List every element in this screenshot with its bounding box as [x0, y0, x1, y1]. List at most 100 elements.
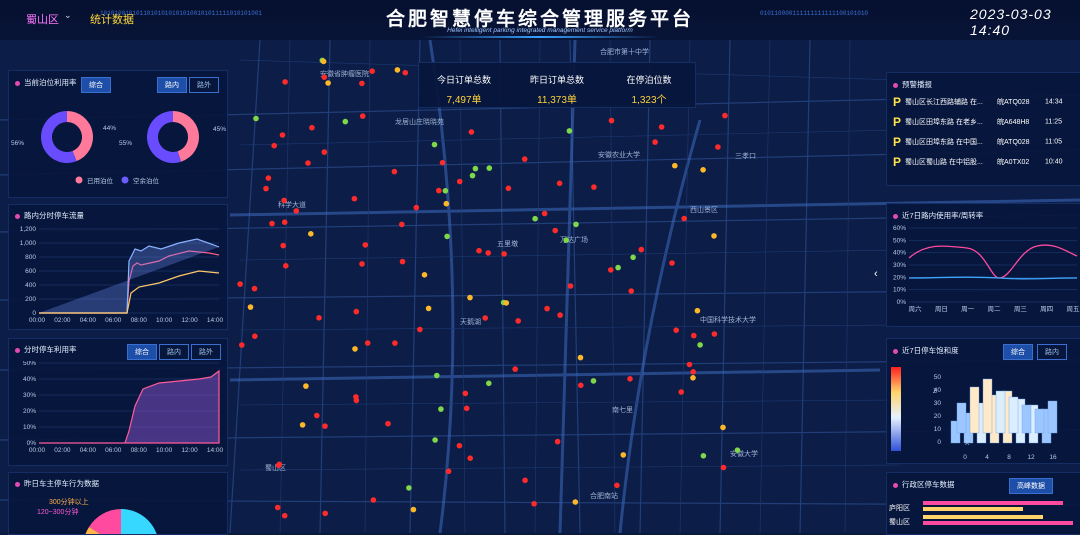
parking-dot[interactable]: [403, 70, 409, 76]
parking-dot[interactable]: [325, 80, 331, 86]
parking-dot[interactable]: [722, 113, 728, 119]
parking-dot[interactable]: [248, 304, 254, 310]
parking-dot[interactable]: [269, 221, 275, 227]
parking-dot[interactable]: [476, 248, 482, 254]
parking-dot[interactable]: [621, 452, 627, 458]
parking-dot[interactable]: [280, 243, 286, 249]
parking-dot[interactable]: [400, 259, 406, 265]
alert-row[interactable]: P蜀山区田埠东路 在老乡...皖A648H811:25: [893, 115, 1077, 129]
bar3d-tab-all[interactable]: 综合: [1003, 344, 1033, 360]
parking-dot[interactable]: [321, 59, 327, 65]
parking-dot[interactable]: [322, 149, 328, 155]
stats-tab[interactable]: 统计数据: [90, 11, 134, 27]
parking-dot[interactable]: [630, 254, 636, 260]
parking-dot[interactable]: [422, 272, 428, 278]
parking-dot[interactable]: [457, 443, 463, 449]
parking-dot[interactable]: [695, 308, 701, 314]
parking-dot[interactable]: [700, 167, 706, 173]
chevron-down-icon[interactable]: ⌄: [64, 10, 72, 21]
util-tab-road[interactable]: 路内: [157, 77, 187, 93]
parking-dot[interactable]: [515, 318, 521, 324]
parking-dot[interactable]: [263, 186, 269, 192]
parking-dot[interactable]: [672, 163, 678, 169]
parking-dot[interactable]: [504, 300, 510, 306]
parking-dot[interactable]: [392, 169, 398, 175]
util-tab-lot[interactable]: 路外: [189, 77, 219, 93]
region-tab-peak[interactable]: 高峰数据: [1009, 478, 1053, 494]
parking-dot[interactable]: [555, 439, 561, 445]
parking-dot[interactable]: [615, 265, 621, 271]
parking-dot[interactable]: [280, 132, 286, 138]
parking-dot[interactable]: [282, 79, 288, 85]
parking-dot[interactable]: [563, 237, 569, 243]
parking-dot[interactable]: [463, 391, 469, 397]
parking-dot[interactable]: [552, 228, 558, 234]
parking-dot[interactable]: [673, 327, 679, 333]
parking-dot[interactable]: [711, 233, 717, 239]
parking-dot[interactable]: [690, 369, 696, 375]
parking-dot[interactable]: [359, 261, 365, 267]
parking-dot[interactable]: [639, 247, 645, 253]
parking-dot[interactable]: [360, 113, 366, 119]
parking-dot[interactable]: [485, 250, 491, 256]
parking-dot[interactable]: [443, 188, 449, 194]
parking-dot[interactable]: [691, 333, 697, 339]
parking-dot[interactable]: [627, 376, 633, 382]
parking-dot[interactable]: [578, 383, 584, 389]
alert-row[interactable]: P蜀山区蜀山路 在中铝股...皖A0TX0210:40: [893, 155, 1077, 169]
parking-dot[interactable]: [659, 124, 665, 130]
parking-dot[interactable]: [283, 263, 289, 269]
district-selector[interactable]: 蜀山区: [26, 11, 59, 27]
parking-dot[interactable]: [652, 139, 658, 145]
parking-dot[interactable]: [434, 373, 440, 379]
parking-dot[interactable]: [608, 267, 614, 273]
parking-dot[interactable]: [314, 413, 320, 419]
parking-dot[interactable]: [343, 119, 349, 125]
parking-dot[interactable]: [294, 208, 300, 214]
parking-dot[interactable]: [522, 156, 528, 162]
parking-dot[interactable]: [467, 455, 473, 461]
parking-dot[interactable]: [712, 331, 718, 337]
parking-dot[interactable]: [352, 196, 358, 202]
parking-dot[interactable]: [681, 216, 687, 222]
parking-dot[interactable]: [399, 222, 405, 228]
parking-dot[interactable]: [417, 327, 423, 333]
parking-dot[interactable]: [252, 286, 258, 292]
parking-dot[interactable]: [253, 116, 259, 122]
parking-dot[interactable]: [411, 507, 417, 513]
parking-dot[interactable]: [690, 375, 696, 381]
parking-dot[interactable]: [464, 406, 470, 412]
parking-dot[interactable]: [482, 315, 488, 321]
parking-dot[interactable]: [542, 211, 548, 217]
parking-dot[interactable]: [353, 394, 359, 400]
parking-dot[interactable]: [568, 283, 574, 289]
parking-dot[interactable]: [721, 465, 727, 471]
parking-dot[interactable]: [359, 81, 365, 87]
alert-row[interactable]: P蜀山区田埠东路 在中国...皖ATQ02811:05: [893, 135, 1077, 149]
parking-dot[interactable]: [444, 201, 450, 207]
parking-dot[interactable]: [591, 184, 597, 190]
parking-dot[interactable]: [457, 179, 463, 185]
parking-dot[interactable]: [473, 166, 479, 172]
parking-dot[interactable]: [282, 219, 288, 225]
parking-dot[interactable]: [531, 501, 537, 507]
collapse-right-icon[interactable]: ‹: [874, 268, 878, 280]
parking-dot[interactable]: [573, 222, 579, 228]
parking-dot[interactable]: [578, 355, 584, 361]
parking-dot[interactable]: [444, 234, 450, 240]
parking-dot[interactable]: [305, 160, 311, 166]
parking-dot[interactable]: [322, 74, 328, 80]
parking-dot[interactable]: [697, 342, 703, 348]
parking-dot[interactable]: [506, 186, 512, 192]
parking-dot[interactable]: [432, 437, 438, 443]
parking-dot[interactable]: [252, 333, 258, 339]
parking-dot[interactable]: [322, 511, 328, 517]
parking-dot[interactable]: [363, 242, 369, 248]
parking-dot[interactable]: [470, 173, 476, 179]
parking-dot[interactable]: [446, 469, 452, 475]
util-tab-all[interactable]: 综合: [81, 77, 111, 93]
parking-dot[interactable]: [303, 383, 309, 389]
parking-dot[interactable]: [316, 315, 322, 321]
parking-dot[interactable]: [371, 497, 377, 503]
parking-dot[interactable]: [239, 342, 245, 348]
